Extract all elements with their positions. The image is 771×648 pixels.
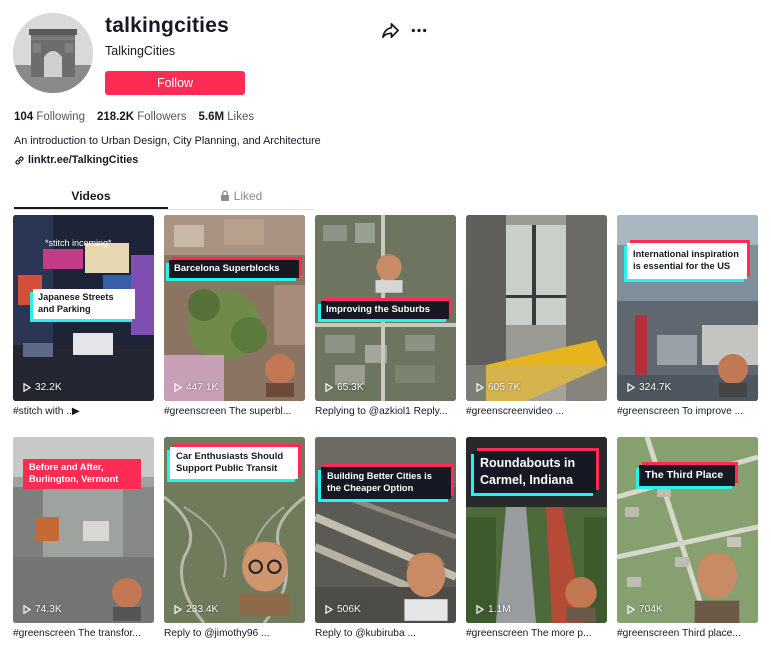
video-thumbnail[interactable]: Car Enthusiasts Should Support Public Tr… — [164, 437, 305, 623]
video-description[interactable]: #greenscreen Third place... — [617, 628, 758, 639]
view-count: 233.4K — [174, 604, 218, 615]
presenter-face — [240, 541, 290, 617]
video-overlay-text: Roundabouts in Carmel, Indiana — [474, 451, 596, 493]
video-card[interactable]: International inspiration is essential f… — [617, 215, 758, 417]
profile-link-text[interactable]: linktr.ee/TalkingCities — [28, 154, 138, 166]
video-thumbnail[interactable]: The Third Place 704K — [617, 437, 758, 623]
video-card[interactable]: Improving the Suburbs 65.3K Replying to … — [315, 215, 456, 417]
view-count: 605.7K — [476, 382, 520, 393]
stat-followers[interactable]: 218.2K Followers — [97, 111, 187, 123]
play-icon — [174, 383, 182, 392]
profile-username: talkingcities — [105, 14, 229, 37]
video-description[interactable]: #greenscreen The more p... — [466, 628, 607, 639]
video-thumbnail[interactable]: Barcelona Superblocks 447.1K — [164, 215, 305, 401]
video-thumbnail[interactable]: Roundabouts in Carmel, Indiana 1.1M — [466, 437, 607, 623]
video-thumbnail[interactable]: International inspiration is essential f… — [617, 215, 758, 401]
profile-tabs: Videos Liked — [14, 183, 314, 209]
video-description[interactable]: #greenscreen The transfor... — [13, 628, 154, 639]
view-count: 74.3K — [23, 604, 62, 615]
play-icon — [476, 605, 484, 614]
profile-link[interactable]: linktr.ee/TalkingCities — [14, 154, 138, 166]
video-thumbnail[interactable]: *stitch incoming* Japanese Streets and P… — [13, 215, 154, 401]
video-overlay-text: Improving the Suburbs — [321, 301, 449, 320]
video-thumbnail[interactable]: Building Better Cities is the Cheaper Op… — [315, 437, 456, 623]
video-description[interactable]: Reply to @jimothy96 ... — [164, 628, 305, 639]
play-icon — [627, 605, 635, 614]
stitch-label: *stitch incoming* — [45, 238, 112, 248]
profile-bio: An introduction to Urban Design, City Pl… — [14, 135, 321, 147]
view-count: 1.1M — [476, 604, 511, 615]
video-card[interactable]: Before and After, Burlington, Vermont 74… — [13, 437, 154, 639]
presenter-face — [375, 254, 403, 293]
stat-likes: 5.6M Likes — [198, 111, 255, 123]
presenter-face — [718, 354, 748, 397]
presenter-face — [694, 552, 740, 623]
video-card[interactable]: The Third Place 704K #greenscreen Third … — [617, 437, 758, 639]
tab-liked[interactable]: Liked — [168, 183, 314, 209]
video-card[interactable]: Barcelona Superblocks 447.1K #greenscree… — [164, 215, 305, 417]
video-card[interactable]: Building Better Cities is the Cheaper Op… — [315, 437, 456, 639]
video-description[interactable]: Reply to @kubiruba ... — [315, 628, 456, 639]
play-icon — [325, 383, 333, 392]
video-description[interactable]: Replying to @azkiol1 Reply... — [315, 406, 456, 417]
video-thumbnail[interactable]: 605.7K — [466, 215, 607, 401]
play-icon — [627, 383, 635, 392]
avatar[interactable] — [13, 13, 93, 93]
presenter-face — [404, 552, 448, 621]
play-icon — [325, 605, 333, 614]
lock-icon — [220, 190, 229, 201]
video-description[interactable]: #greenscreen The superbl... — [164, 406, 305, 417]
play-icon — [23, 605, 31, 614]
video-overlay-text: Barcelona Superblocks — [169, 260, 299, 279]
view-count: 32.2K — [23, 382, 62, 393]
more-icon[interactable] — [410, 22, 428, 39]
video-thumbnail[interactable]: Before and After, Burlington, Vermont 74… — [13, 437, 154, 623]
video-thumbnail-image — [466, 215, 607, 401]
view-count: 324.7K — [627, 382, 671, 393]
view-count: 447.1K — [174, 382, 218, 393]
video-overlay-text: The Third Place — [639, 465, 735, 487]
presenter-face — [112, 578, 142, 621]
video-overlay-text: Before and After, Burlington, Vermont — [23, 459, 141, 489]
video-overlay-text: Car Enthusiasts Should Support Public Tr… — [170, 447, 298, 480]
video-overlay-text: Japanese Streets and Parking — [33, 289, 135, 319]
video-overlay-text: International inspiration is essential f… — [627, 243, 747, 279]
follow-button[interactable]: Follow — [105, 71, 245, 95]
view-count: 506K — [325, 604, 361, 615]
presenter-face — [265, 354, 295, 397]
video-card[interactable]: 605.7K #greenscreenvideo ... — [466, 215, 607, 417]
arc-de-triomphe-icon — [13, 13, 93, 93]
link-icon — [15, 155, 24, 165]
profile-nickname: TalkingCities — [105, 44, 176, 58]
video-thumbnail[interactable]: Improving the Suburbs 65.3K — [315, 215, 456, 401]
presenter-face — [565, 577, 597, 623]
video-card[interactable]: Roundabouts in Carmel, Indiana 1.1M #gre… — [466, 437, 607, 639]
play-icon — [23, 383, 31, 392]
stat-following[interactable]: 104 Following — [14, 111, 85, 123]
view-count: 65.3K — [325, 382, 364, 393]
video-description[interactable]: #stitch with ..▶ — [13, 406, 154, 417]
tab-videos[interactable]: Videos — [14, 183, 168, 209]
profile-stats: 104 Following 218.2K Followers 5.6M Like… — [14, 111, 254, 123]
view-count: 704K — [627, 604, 663, 615]
video-description[interactable]: #greenscreen To improve ... — [617, 406, 758, 417]
play-icon — [174, 605, 182, 614]
video-card[interactable]: Car Enthusiasts Should Support Public Tr… — [164, 437, 305, 639]
tab-divider — [14, 209, 314, 210]
share-icon[interactable] — [382, 22, 399, 39]
play-icon — [476, 383, 484, 392]
video-overlay-text: Building Better Cities is the Cheaper Op… — [321, 467, 451, 499]
video-description[interactable]: #greenscreenvideo ... — [466, 406, 607, 417]
video-card[interactable]: *stitch incoming* Japanese Streets and P… — [13, 215, 154, 417]
